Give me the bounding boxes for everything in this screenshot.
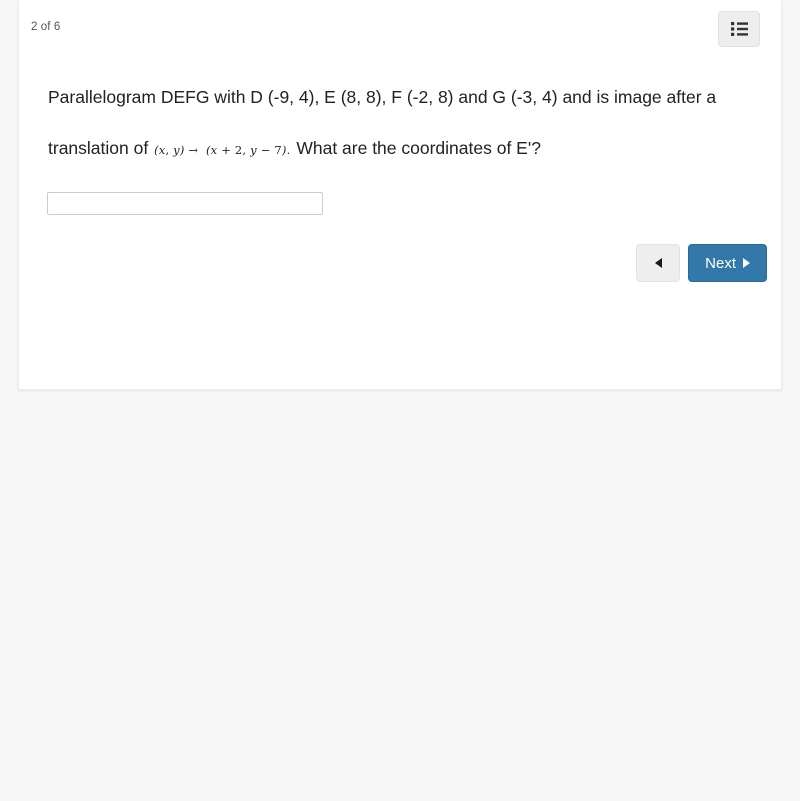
triangle-right-icon (743, 258, 750, 268)
question-line-1: Parallelogram DEFG with D (-9, 4), E (8,… (48, 87, 662, 107)
page-counter: 2 of 6 (31, 21, 61, 33)
question-line-2-suffix: What are the coordinates of E'? (291, 138, 541, 158)
next-button-label: Next (705, 254, 736, 272)
question-text: Parallelogram DEFG with D (-9, 4), E (8,… (48, 72, 748, 176)
triangle-left-icon (654, 258, 662, 268)
menu-button[interactable] (718, 11, 760, 47)
navigation-buttons: Next (636, 244, 767, 282)
translation-formula: (x, y) → (x + 2, y − 7). (154, 143, 291, 157)
previous-button[interactable] (636, 244, 681, 282)
answer-input[interactable] (47, 192, 323, 215)
next-button[interactable]: Next (688, 244, 767, 282)
question-card: 2 of 6 Parallelogram DEFG with D (-9, 4)… (18, 0, 782, 390)
list-icon (730, 22, 748, 36)
